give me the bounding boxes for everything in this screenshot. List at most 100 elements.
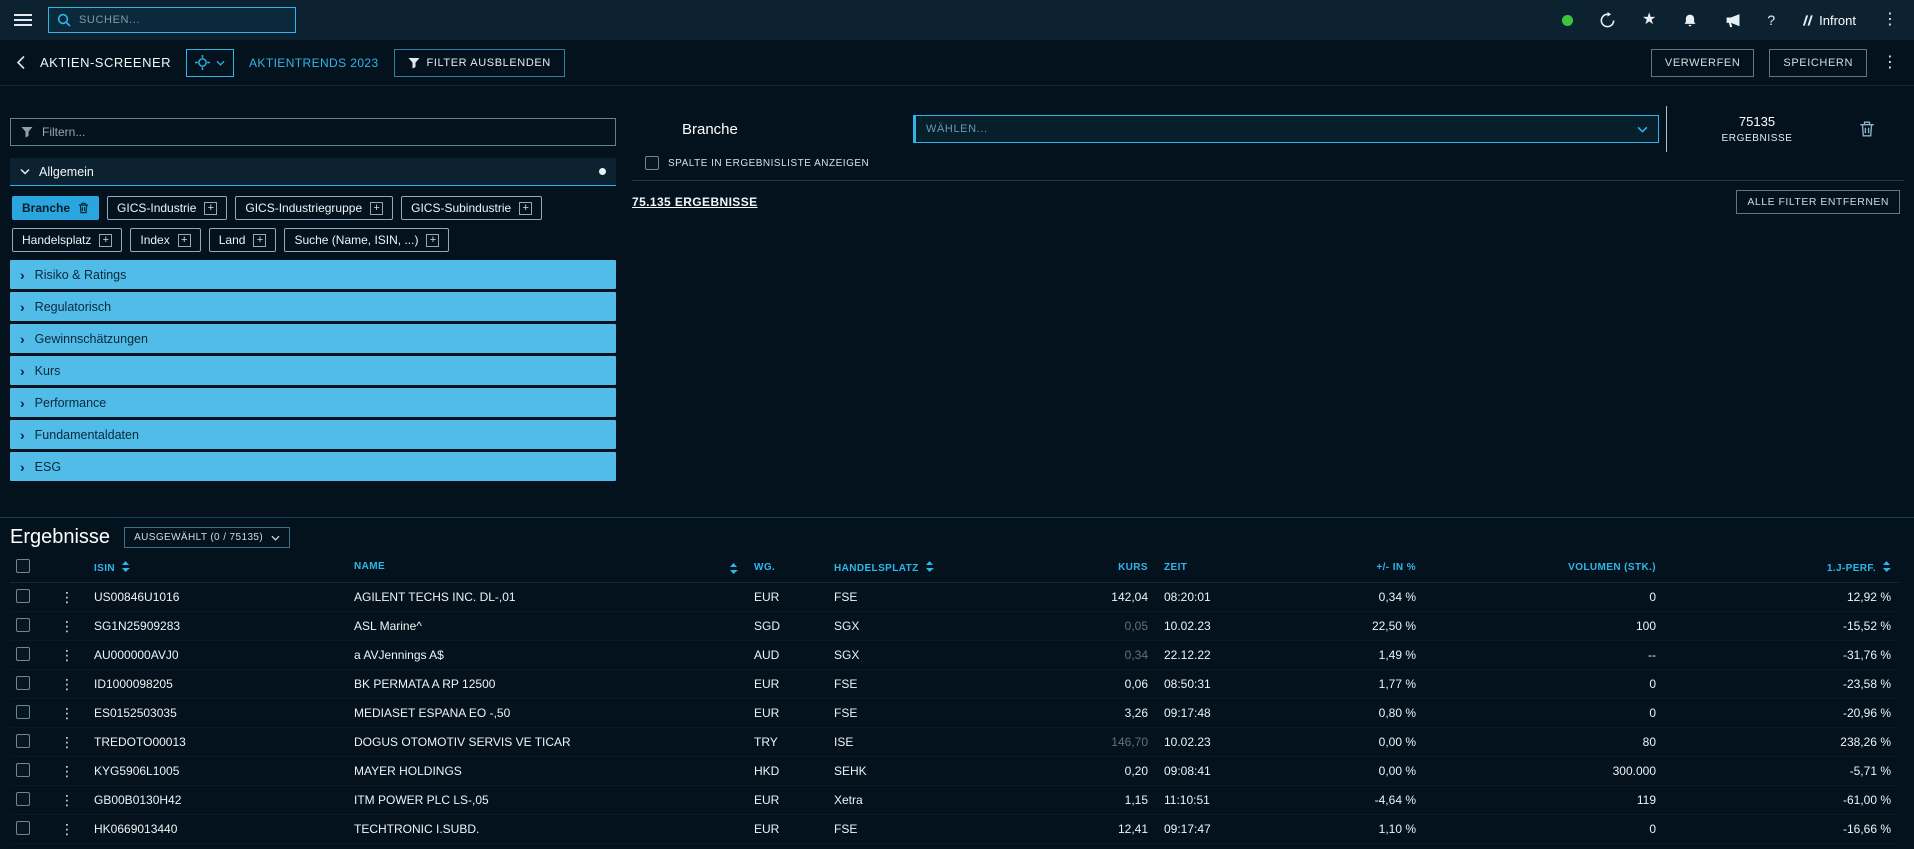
global-search[interactable]: [48, 7, 296, 33]
column-header-wg[interactable]: WG.: [746, 557, 826, 583]
sort-icon[interactable]: [925, 561, 934, 572]
table-row[interactable]: ⋮ TREDOTO00013 DOGUS OTOMOTIV SERVIS VE …: [10, 728, 1899, 757]
column-header-name[interactable]: NAME: [346, 557, 746, 583]
row-menu-icon[interactable]: ⋮: [52, 786, 86, 815]
section-risiko-ratings[interactable]: › Risiko & Ratings: [10, 260, 616, 289]
row-checkbox[interactable]: [16, 821, 30, 835]
section-esg[interactable]: › ESG: [10, 452, 616, 481]
column-header-change[interactable]: +/- IN %: [1308, 557, 1424, 583]
section-label: Fundamentaldaten: [35, 428, 139, 442]
section-allgemein-header[interactable]: Allgemein: [10, 158, 616, 186]
remove-filter-trash-icon[interactable]: [78, 202, 89, 214]
global-search-input[interactable]: [79, 14, 287, 26]
row-checkbox[interactable]: [16, 618, 30, 632]
discard-button[interactable]: VERWERFEN: [1651, 49, 1754, 77]
add-icon: +: [253, 234, 266, 247]
page-title: AKTIEN-SCREENER: [40, 55, 171, 70]
chip-suche[interactable]: Suche (Name, ISIN, ...) +: [284, 228, 449, 252]
topbar-overflow-menu-icon[interactable]: ⋮: [1882, 12, 1898, 28]
row-checkbox[interactable]: [16, 763, 30, 777]
cell-volume: 100: [1424, 612, 1664, 641]
branche-select[interactable]: WÄHLEN...: [913, 115, 1659, 143]
results-summary-link[interactable]: 75.135 ERGEBNISSE: [632, 195, 758, 209]
chip-handelsplatz[interactable]: Handelsplatz +: [12, 228, 122, 252]
cell-price: 0,05: [1044, 612, 1156, 641]
hamburger-menu-icon[interactable]: [14, 11, 32, 29]
hide-filters-button[interactable]: FILTER AUSBLENDEN: [394, 49, 565, 77]
row-checkbox[interactable]: [16, 647, 30, 661]
refresh-icon[interactable]: [1599, 12, 1616, 29]
section-kurs[interactable]: › Kurs: [10, 356, 616, 385]
chip-label: Land: [219, 233, 246, 247]
row-menu-icon[interactable]: ⋮: [52, 757, 86, 786]
chip-label: Branche: [22, 201, 70, 215]
table-row[interactable]: ⋮ US00846U1016 AGILENT TECHS INC. DL-,01…: [10, 583, 1899, 612]
section-regulatorisch[interactable]: › Regulatorisch: [10, 292, 616, 321]
table-row[interactable]: ⋮ HK0669013440 TECHTRONIC I.SUBD. EUR FS…: [10, 815, 1899, 844]
remove-all-filters-button[interactable]: ALLE FILTER ENTFERNEN: [1736, 190, 1900, 214]
sort-icon[interactable]: [729, 563, 738, 574]
cell-exchange: FSE: [826, 699, 1044, 728]
column-header-zeit[interactable]: ZEIT: [1156, 557, 1308, 583]
table-row[interactable]: ⋮ SG1N25909283 ASL Marine^ SGD SGX 0,05 …: [10, 612, 1899, 641]
row-menu-icon[interactable]: ⋮: [52, 641, 86, 670]
results-header-row: ISIN NAME WG. HANDELSPLATZ KURS ZEIT +/-…: [10, 557, 1899, 583]
cell-1y-performance: -31,76 %: [1664, 641, 1899, 670]
chevron-right-icon: ›: [20, 395, 25, 411]
row-menu-icon[interactable]: ⋮: [52, 699, 86, 728]
row-checkbox[interactable]: [16, 676, 30, 690]
select-all-checkbox[interactable]: [16, 559, 30, 573]
column-header-isin[interactable]: ISIN: [86, 557, 346, 583]
cell-name: BK PERMATA A RP 12500: [346, 670, 746, 699]
column-label: +/- IN %: [1376, 562, 1416, 573]
show-column-checkbox[interactable]: [645, 156, 659, 170]
row-checkbox[interactable]: [16, 705, 30, 719]
table-row[interactable]: ⋮ KYG5906L1005 MAYER HOLDINGS HKD SEHK 0…: [10, 757, 1899, 786]
notifications-bell-icon[interactable]: [1682, 13, 1698, 28]
table-row[interactable]: ⋮ ES0152503035 MEDIASET ESPANA EO -,50 E…: [10, 699, 1899, 728]
row-checkbox[interactable]: [16, 734, 30, 748]
row-checkbox[interactable]: [16, 792, 30, 806]
cell-time: 22.12.22: [1156, 641, 1308, 670]
toolbar-overflow-menu-icon[interactable]: ⋮: [1882, 55, 1898, 71]
table-row[interactable]: ⋮ AU000000AVJ0 a AVJennings A$ AUD SGX 0…: [10, 641, 1899, 670]
section-performance[interactable]: › Performance: [10, 388, 616, 417]
column-header-volumen[interactable]: VOLUMEN (STK.): [1424, 557, 1664, 583]
help-icon[interactable]: ?: [1767, 13, 1775, 27]
row-menu-icon[interactable]: ⋮: [52, 583, 86, 612]
chip-label: GICS-Industriegruppe: [245, 201, 362, 215]
sort-icon[interactable]: [121, 561, 130, 572]
discard-label: VERWERFEN: [1665, 57, 1740, 69]
chip-land[interactable]: Land +: [209, 228, 277, 252]
chip-gics-industriegruppe[interactable]: GICS-Industriegruppe +: [235, 196, 393, 220]
delete-filter-button[interactable]: [1859, 120, 1875, 138]
row-checkbox[interactable]: [16, 589, 30, 603]
row-menu-icon[interactable]: ⋮: [52, 728, 86, 757]
column-header-perf[interactable]: 1.J-PERF.: [1664, 557, 1899, 583]
chip-gics-industrie[interactable]: GICS-Industrie +: [107, 196, 227, 220]
filter-search-input[interactable]: [42, 125, 605, 139]
table-row[interactable]: ⋮ ID1000098205 BK PERMATA A RP 12500 EUR…: [10, 670, 1899, 699]
column-header-kurs[interactable]: KURS: [1044, 557, 1156, 583]
chip-index[interactable]: Index +: [130, 228, 200, 252]
chip-branche[interactable]: Branche: [12, 196, 99, 220]
sort-icon[interactable]: [1882, 561, 1891, 572]
table-row[interactable]: ⋮ GB00B0130H42 ITM POWER PLC LS-,05 EUR …: [10, 786, 1899, 815]
selection-dropdown-button[interactable]: AUSGEWÄHLT (0 / 75135): [124, 527, 290, 548]
save-button[interactable]: SPEICHERN: [1769, 49, 1867, 77]
screener-template-link[interactable]: AKTIENTRENDS 2023: [249, 56, 379, 70]
link-target-button[interactable]: [186, 49, 234, 77]
section-fundamentaldaten[interactable]: › Fundamentaldaten: [10, 420, 616, 449]
chip-gics-subindustrie[interactable]: GICS-Subindustrie +: [401, 196, 542, 220]
cell-price: 3,26: [1044, 699, 1156, 728]
back-button[interactable]: [16, 55, 25, 70]
results-section: Ergebnisse AUSGEWÄHLT (0 / 75135) ISIN N…: [0, 517, 1914, 844]
row-menu-icon[interactable]: ⋮: [52, 612, 86, 641]
filter-search[interactable]: [10, 118, 616, 146]
row-menu-icon[interactable]: ⋮: [52, 815, 86, 844]
row-menu-icon[interactable]: ⋮: [52, 670, 86, 699]
column-header-handelsplatz[interactable]: HANDELSPLATZ: [826, 557, 1044, 583]
favorites-star-icon[interactable]: ★: [1642, 12, 1656, 28]
section-gewinnschaetzungen[interactable]: › Gewinnschätzungen: [10, 324, 616, 353]
announcements-megaphone-icon[interactable]: [1724, 13, 1741, 28]
